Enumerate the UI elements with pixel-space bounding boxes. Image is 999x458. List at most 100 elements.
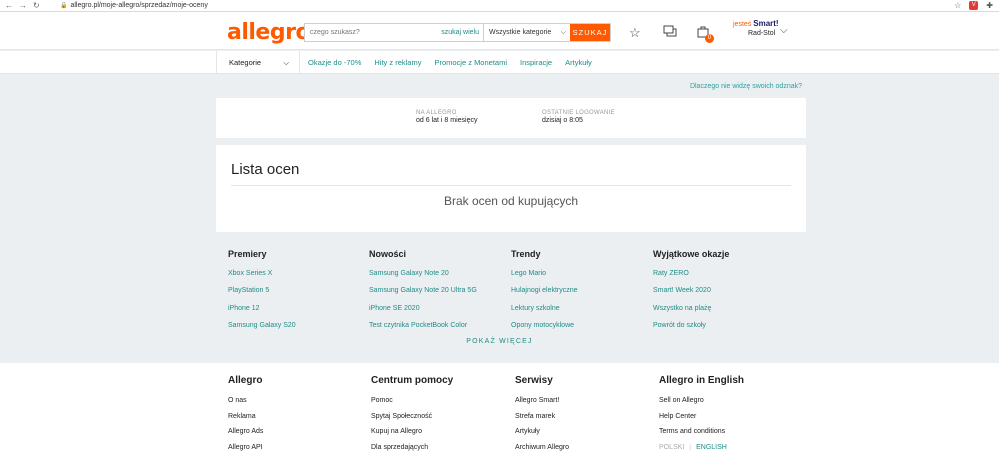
- promo-link[interactable]: iPhone SE 2020: [369, 305, 509, 322]
- reload-icon[interactable]: ↻: [33, 1, 40, 10]
- footer-link[interactable]: Strefa marek: [515, 413, 655, 429]
- address-bar[interactable]: 🔒 allegro.pl/moje-allegro/sprzedaz/moje-…: [60, 2, 208, 9]
- promo-column: Trendy Lego Mario Hulajnogi elektryczne …: [511, 249, 651, 339]
- footer-link[interactable]: Sell on Allegro: [659, 397, 799, 413]
- smart-label: Smart!: [753, 19, 779, 28]
- ratings-card: Lista ocen Brak ocen od kupujących: [216, 145, 806, 232]
- stat-value: dzisiaj o 8:05: [542, 117, 583, 124]
- bookmark-star-icon[interactable]: ☆: [954, 1, 961, 10]
- footer-heading: Centrum pomocy: [371, 375, 454, 386]
- profile-card: NA ALLEGRO od 6 lat i 8 miesięcy OSTATNI…: [216, 98, 806, 138]
- site-header: allegro szukaj wielu Wszystkie kategorie…: [0, 12, 999, 50]
- footer-link[interactable]: O nas: [228, 397, 368, 413]
- nav-link[interactable]: Inspiracje: [520, 58, 552, 67]
- back-icon[interactable]: ←: [5, 1, 13, 10]
- cart-count-badge: 0: [705, 34, 714, 43]
- browser-nav: ← → ↻: [0, 1, 60, 10]
- promo-heading: Nowości: [369, 249, 407, 259]
- smart-prefix: jesteś: [733, 21, 752, 28]
- promo-column: Wyjątkowe okazje Raty ZERO Smart! Week 2…: [653, 249, 793, 339]
- promo-link[interactable]: Samsung Galaxy Note 20: [369, 270, 509, 287]
- promo-link[interactable]: Test czytnika PocketBook Color: [369, 322, 509, 339]
- promo-column: Premiery Xbox Series X PlayStation 5 iPh…: [228, 249, 368, 339]
- nav-link[interactable]: Artykuły: [565, 58, 592, 67]
- footer-column: Allegro O nas Reklama Allegro Ads Allegr…: [228, 375, 368, 458]
- stat-label: NA ALLEGRO: [416, 110, 457, 116]
- promo-link[interactable]: Raty ZERO: [653, 270, 793, 287]
- browser-actions: ☆ V ✚: [954, 1, 993, 10]
- language-switcher: POLSKI | ENGLISH: [659, 444, 799, 451]
- chevron-down-icon: ⌵: [283, 57, 289, 67]
- forward-icon[interactable]: →: [19, 1, 27, 10]
- nav-link[interactable]: Okazje do -70%: [308, 58, 361, 67]
- footer-link[interactable]: Dla sprzedających: [371, 444, 511, 458]
- allegro-logo[interactable]: allegro: [227, 20, 311, 45]
- nav-links: Okazje do -70% Hity z reklamy Promocje z…: [308, 51, 592, 74]
- nav-link[interactable]: Hity z reklamy: [374, 58, 421, 67]
- category-select[interactable]: Wszystkie kategorie ⌵: [483, 24, 570, 41]
- stat-value: od 6 lat i 8 miesięcy: [416, 117, 478, 124]
- promo-link[interactable]: Wszystko na plażę: [653, 305, 793, 322]
- promo-link[interactable]: Smart! Week 2020: [653, 287, 793, 304]
- divider: [231, 185, 791, 186]
- chevron-down-icon: ⌵: [560, 28, 566, 36]
- promo-link[interactable]: Lektury szkolne: [511, 305, 651, 322]
- promo-link[interactable]: Samsung Galaxy Note 20 Ultra 5G: [369, 287, 509, 304]
- footer-link[interactable]: Allegro API: [228, 444, 368, 458]
- footer-column: Allegro in English Sell on Allegro Help …: [659, 375, 799, 451]
- on-allegro-stat: NA ALLEGRO od 6 lat i 8 miesięcy: [416, 109, 477, 125]
- lock-icon: 🔒: [60, 3, 68, 9]
- footer-link[interactable]: Reklama: [228, 413, 368, 429]
- footer-link[interactable]: Kupuj na Allegro: [371, 428, 511, 444]
- star-icon[interactable]: ☆: [629, 25, 641, 41]
- chat-icon[interactable]: [663, 25, 677, 41]
- promo-link[interactable]: Hulajnogi elektryczne: [511, 287, 651, 304]
- promo-heading: Wyjątkowe okazje: [653, 249, 730, 259]
- language-polish[interactable]: POLSKI: [659, 444, 684, 451]
- category-nav: Kategorie ⌵ Okazje do -70% Hity z reklam…: [0, 51, 999, 74]
- search-bar: szukaj wielu Wszystkie kategorie ⌵ SZUKA…: [304, 23, 611, 42]
- footer-link[interactable]: Pomoc: [371, 397, 511, 413]
- promo-heading: Trendy: [511, 249, 541, 259]
- footer-column: Centrum pomocy Pomoc Spytaj Społeczność …: [371, 375, 511, 458]
- promo-link[interactable]: Xbox Series X: [228, 270, 368, 287]
- show-more-button[interactable]: POKAŻ WIĘCEJ: [0, 338, 999, 345]
- footer-link[interactable]: Allegro Smart!: [515, 397, 655, 413]
- footer-link[interactable]: Artykuły: [515, 428, 655, 444]
- site-footer: Allegro O nas Reklama Allegro Ads Allegr…: [0, 363, 999, 458]
- footer-link[interactable]: Help Center: [659, 413, 799, 429]
- categories-dropdown[interactable]: Kategorie ⌵: [216, 51, 300, 74]
- promo-link[interactable]: Lego Mario: [511, 270, 651, 287]
- promo-link[interactable]: Samsung Galaxy S20: [228, 322, 368, 339]
- promo-link[interactable]: Powrót do szkoły: [653, 322, 793, 339]
- last-login-stat: OSTATNIE LOGOWANIE dzisiaj o 8:05: [542, 109, 615, 125]
- url-text[interactable]: allegro.pl/moje-allegro/sprzedaz/moje-oc…: [70, 2, 207, 9]
- user-name: Rad-Stol: [748, 30, 776, 37]
- nav-link[interactable]: Promocje z Monetami: [434, 58, 507, 67]
- empty-ratings-message: Brak ocen od kupujących: [443, 194, 579, 208]
- promo-link[interactable]: iPhone 12: [228, 305, 368, 322]
- badges-help-link[interactable]: Dlaczego nie widzę swoich odznak?: [690, 83, 802, 90]
- footer-link[interactable]: Archiwum Allegro: [515, 444, 655, 458]
- search-input[interactable]: [305, 24, 438, 41]
- promo-heading: Premiery: [228, 249, 267, 259]
- promo-section: Premiery Xbox Series X PlayStation 5 iPh…: [228, 249, 808, 349]
- stat-label: OSTATNIE LOGOWANIE: [542, 110, 615, 116]
- footer-link[interactable]: Allegro Ads: [228, 428, 368, 444]
- user-chevron-down-icon[interactable]: ⌵: [780, 25, 788, 36]
- puzzle-icon[interactable]: ✚: [986, 1, 993, 10]
- promo-link[interactable]: PlayStation 5: [228, 287, 368, 304]
- footer-link[interactable]: Terms and conditions: [659, 428, 799, 444]
- search-button[interactable]: SZUKAJ: [570, 24, 610, 41]
- user-menu[interactable]: jesteś Smart! Rad-Stol: [733, 19, 779, 38]
- footer-heading: Allegro in English: [659, 375, 745, 386]
- promo-link[interactable]: Opony motocyklowe: [511, 322, 651, 339]
- page-title: Lista ocen: [231, 161, 300, 178]
- category-select-label: Wszystkie kategorie: [489, 29, 552, 36]
- footer-link[interactable]: Spytaj Społeczność: [371, 413, 511, 429]
- language-separator: |: [689, 443, 692, 451]
- search-multi-link[interactable]: szukaj wielu: [437, 29, 483, 36]
- extension-icon[interactable]: V: [969, 1, 979, 10]
- language-english[interactable]: ENGLISH: [696, 444, 727, 451]
- categories-label: Kategorie: [229, 58, 262, 67]
